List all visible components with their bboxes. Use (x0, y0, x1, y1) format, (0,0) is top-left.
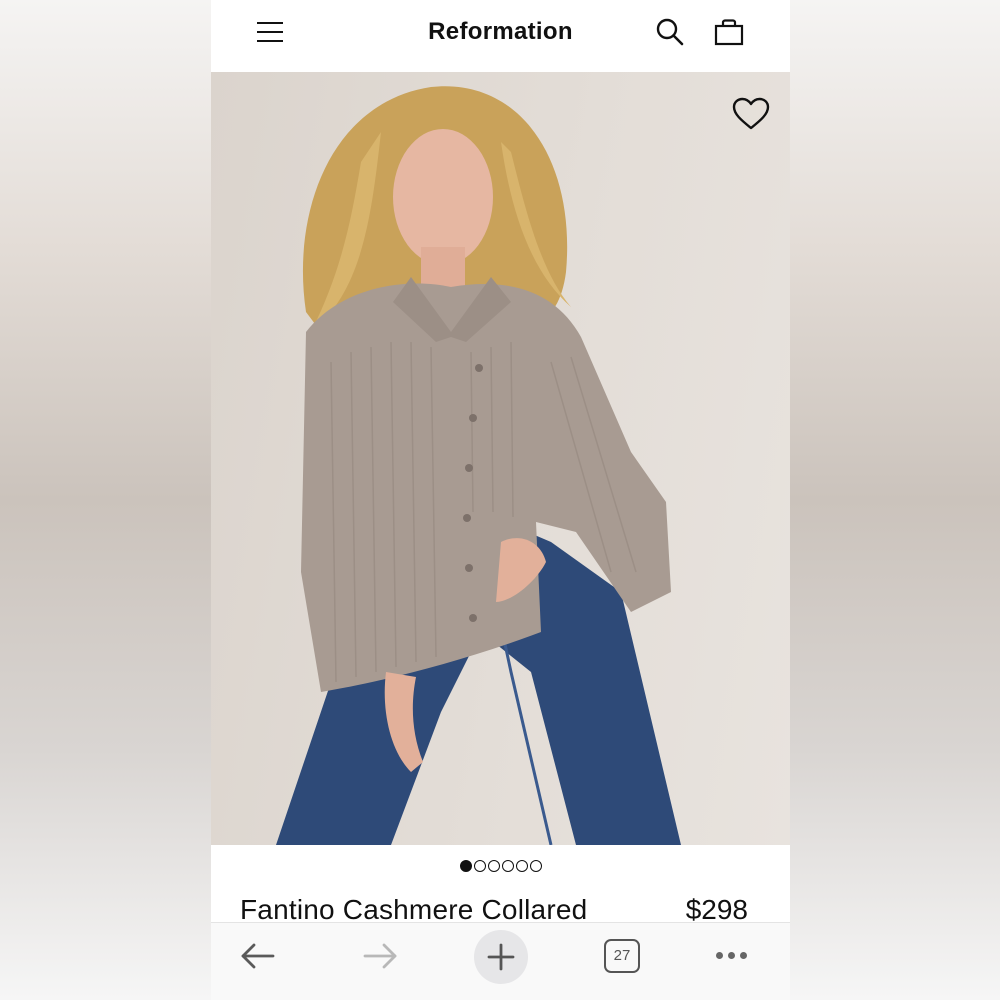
carousel-dot[interactable] (487, 859, 500, 872)
product-image[interactable] (211, 72, 790, 845)
model-illustration (276, 86, 681, 845)
site-header: Reformation (211, 0, 790, 72)
brand-logo: Reformation (211, 18, 790, 46)
carousel-pagination (211, 855, 790, 872)
bag-icon[interactable] (713, 16, 745, 48)
carousel-dot[interactable] (473, 859, 486, 872)
carousel-dot[interactable] (515, 859, 528, 872)
back-arrow-icon[interactable] (239, 941, 277, 971)
mobile-screen: Reformation Fantino Cashmere Collared $2… (211, 0, 790, 1000)
more-dots-icon[interactable] (714, 949, 750, 963)
left-background-blur (0, 0, 211, 1000)
carousel-dot[interactable] (459, 859, 472, 872)
carousel-dot[interactable] (529, 859, 542, 872)
carousel-dot[interactable] (501, 859, 514, 872)
search-icon[interactable] (654, 16, 686, 48)
brand-logo-link[interactable]: Reformation (428, 18, 573, 45)
menu-icon[interactable] (257, 19, 283, 45)
browser-toolbar: 27 (211, 922, 790, 1000)
tabs-icon[interactable]: 27 (604, 939, 640, 973)
heart-outline-icon[interactable] (731, 96, 771, 132)
right-background-blur (790, 0, 1000, 1000)
new-tab-plus-icon[interactable] (474, 930, 528, 984)
forward-arrow-icon[interactable] (361, 941, 399, 971)
